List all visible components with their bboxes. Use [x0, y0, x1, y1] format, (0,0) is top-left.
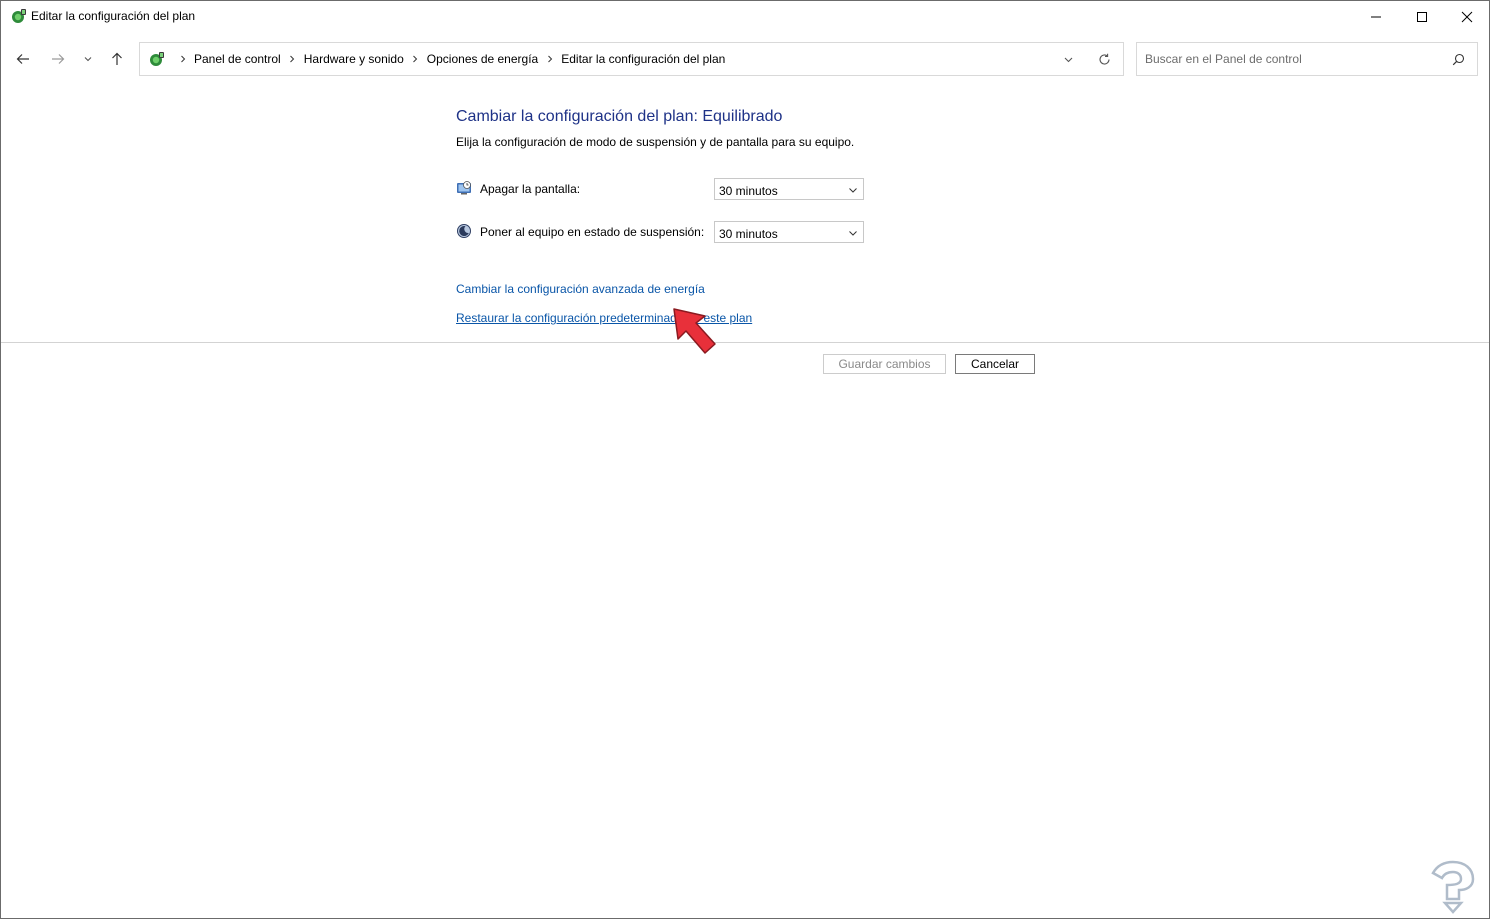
- watermark-logo-icon: [1431, 860, 1475, 914]
- chevron-down-icon: [84, 57, 92, 62]
- chevron-down-icon: [847, 227, 859, 239]
- forward-button[interactable]: [48, 49, 68, 69]
- cancel-button[interactable]: Cancelar: [955, 354, 1035, 374]
- control-panel-window: Editar la configuración del plan Panel d…: [0, 0, 1490, 919]
- breadcrumb-power-options[interactable]: Opciones de energía: [427, 52, 538, 66]
- recent-locations-button[interactable]: [80, 49, 96, 69]
- maximize-icon: [1417, 11, 1427, 22]
- chevron-right-icon[interactable]: [408, 49, 423, 69]
- arrow-right-icon: [52, 54, 65, 64]
- sleep-select[interactable]: 30 minutos: [714, 221, 864, 243]
- minimize-icon: [1371, 16, 1381, 17]
- sleep-moon-icon: [457, 224, 471, 238]
- chevron-right-icon[interactable]: [542, 49, 557, 69]
- close-icon: [1461, 11, 1473, 22]
- divider: [1, 342, 1489, 343]
- refresh-icon: [1098, 53, 1110, 65]
- display-clock-icon: [457, 181, 471, 195]
- window-title: Editar la configuración del plan: [31, 9, 196, 23]
- back-button[interactable]: [13, 49, 33, 69]
- arrow-up-icon: [112, 52, 122, 65]
- search-box[interactable]: [1136, 42, 1478, 76]
- address-history-button[interactable]: [1058, 49, 1078, 69]
- sleep-label: Poner al equipo en estado de suspensión:: [480, 225, 705, 239]
- control-panel-icon: [150, 52, 164, 66]
- page-description: Elija la configuración de modo de suspen…: [456, 135, 855, 149]
- sleep-value: 30 minutos: [719, 227, 778, 241]
- chevron-right-icon[interactable]: [175, 49, 190, 69]
- breadcrumb-control-panel[interactable]: Panel de control: [194, 52, 281, 66]
- turn-off-display-label: Apagar la pantalla:: [480, 182, 581, 196]
- pointer-arrow-icon: [673, 308, 716, 354]
- chevron-down-icon: [847, 184, 859, 196]
- page-title: Cambiar la configuración del plan: Equil…: [456, 108, 783, 125]
- advanced-power-settings-link[interactable]: Cambiar la configuración avanzada de ene…: [456, 282, 705, 296]
- turn-off-display-select[interactable]: 30 minutos: [714, 178, 864, 200]
- maximize-button[interactable]: [1399, 1, 1445, 32]
- breadcrumb-edit-plan[interactable]: Editar la configuración del plan: [561, 52, 725, 66]
- up-button[interactable]: [107, 49, 127, 69]
- chevron-down-icon: [1064, 57, 1072, 62]
- turn-off-display-value: 30 minutos: [719, 184, 778, 198]
- chevron-right-icon[interactable]: [285, 49, 300, 69]
- address-bar[interactable]: Panel de control Hardware y sonido Opcio…: [139, 42, 1124, 76]
- search-icon: [1452, 53, 1464, 65]
- search-button[interactable]: [1449, 50, 1467, 68]
- arrow-left-icon: [16, 54, 29, 64]
- breadcrumb: Panel de control Hardware y sonido Opcio…: [171, 43, 725, 75]
- navigation-bar: Panel de control Hardware y sonido Opcio…: [1, 41, 1489, 77]
- refresh-button[interactable]: [1094, 49, 1114, 69]
- minimize-button[interactable]: [1353, 1, 1399, 32]
- save-changes-button[interactable]: Guardar cambios: [823, 354, 946, 374]
- title-bar: Editar la configuración del plan: [1, 1, 1489, 33]
- power-options-icon: [12, 9, 26, 23]
- close-button[interactable]: [1444, 1, 1490, 32]
- breadcrumb-hardware-sound[interactable]: Hardware y sonido: [304, 52, 404, 66]
- search-input[interactable]: [1145, 49, 1440, 69]
